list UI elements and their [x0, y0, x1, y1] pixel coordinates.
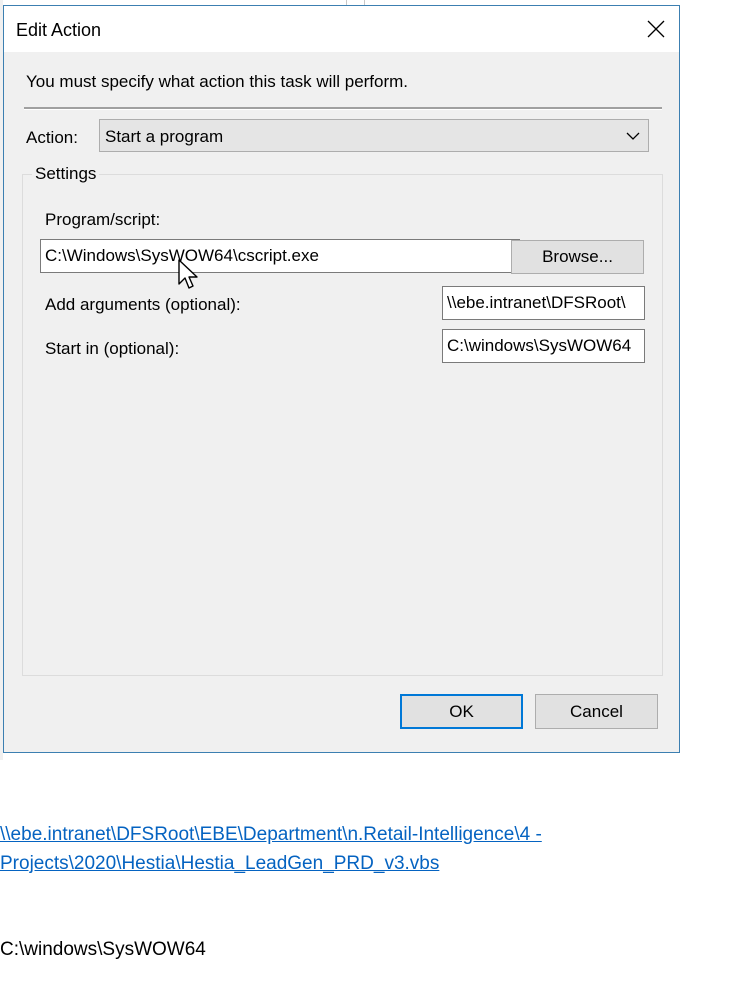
close-icon	[647, 20, 665, 38]
edit-action-dialog: Edit Action You must specify what action…	[3, 5, 680, 753]
settings-group: Settings Program/script: Browse... Add a…	[22, 164, 663, 676]
start-in-input[interactable]	[442, 329, 645, 363]
chevron-down-icon	[626, 132, 640, 140]
title-bar: Edit Action	[4, 6, 679, 52]
ok-button[interactable]: OK	[400, 694, 523, 729]
start-in-label: Start in (optional):	[45, 339, 180, 358]
program-script-label: Program/script:	[45, 210, 161, 229]
add-arguments-input[interactable]	[442, 286, 645, 320]
mouse-pointer-icon	[178, 259, 198, 289]
instruction-text: You must specify what action this task w…	[26, 72, 409, 91]
start-in-path-text: C:\windows\SysWOW64	[0, 939, 206, 960]
dialog-title: Edit Action	[16, 20, 102, 40]
separator	[24, 107, 662, 110]
action-select[interactable]: Start a program	[99, 119, 649, 152]
close-button[interactable]	[633, 6, 679, 52]
cancel-button[interactable]: Cancel	[535, 694, 658, 729]
settings-legend: Settings	[32, 164, 100, 184]
program-script-input[interactable]	[40, 239, 520, 273]
action-select-value: Start a program	[105, 127, 224, 146]
browse-button[interactable]: Browse...	[511, 240, 644, 274]
add-arguments-label: Add arguments (optional):	[45, 295, 241, 314]
action-label: Action:	[26, 128, 78, 147]
script-path-link[interactable]: \\ebe.intranet\DFSRoot\EBE\Department\n.…	[0, 820, 620, 878]
